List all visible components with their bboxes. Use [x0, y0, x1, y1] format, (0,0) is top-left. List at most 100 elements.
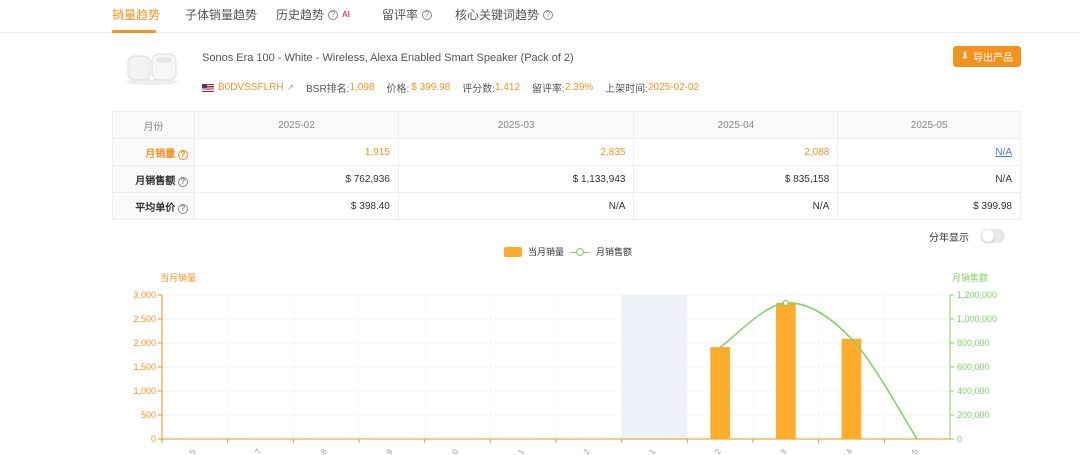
y-left-tick-label: 2,500: [133, 314, 156, 324]
y-right-tick-label: 400,000: [957, 386, 990, 396]
export-product-button[interactable]: ⬇ 导出产品: [953, 46, 1021, 67]
help-icon: ?: [178, 176, 188, 187]
tab-label: 留评率: [382, 8, 419, 22]
table-cell: 1,915: [194, 138, 399, 166]
y-right-tick-label: 0: [957, 434, 962, 444]
table-header-row: 月份 2025-02 2025-03 2025-04 2025-05: [112, 111, 1021, 139]
x-tick-label: 2: [582, 447, 592, 455]
help-icon: ?: [328, 9, 339, 20]
reviews-label: 评分数:: [462, 84, 495, 95]
row-label: 月销量 ?: [112, 138, 195, 166]
y-left-tick-label: 3,000: [133, 290, 156, 300]
tab-label: 核心关键词趋势: [455, 8, 540, 22]
x-tick-label: 3: [779, 447, 789, 455]
table-cell: $ 1,133,943: [397, 165, 635, 193]
legend-bar-swatch[interactable]: [504, 246, 522, 257]
row-label: 月销售额 ?: [112, 165, 195, 193]
y-right-tick-label: 600,000: [957, 362, 990, 372]
tab-sales-trend[interactable]: 销量趋势: [112, 6, 160, 23]
product-thumbnail: [126, 53, 178, 85]
year-display-toggle[interactable]: [981, 229, 1005, 243]
legend-item[interactable]: 月销售额: [596, 245, 632, 258]
download-icon: ⬇: [960, 51, 970, 62]
y-left-tick-label: 2,000: [133, 338, 156, 348]
table-cell: N/A: [837, 165, 1021, 193]
sales-chart: 当月销量 月销售额3,0002,5002,0001,5001,00050001,2…: [133, 272, 997, 455]
table-row: 平均单价 ? $ 398.40 N/A N/A $ 399.98: [112, 192, 1021, 220]
x-tick-label: 4: [844, 447, 854, 455]
y-left-tick-label: 1,500: [133, 362, 156, 372]
product-meta: B0DVSSFLRH ↗ BSR排名: 1,098 价格: $ 399.98 评…: [202, 80, 699, 95]
line-point: [782, 299, 789, 307]
column-header: 2025-03: [397, 111, 635, 139]
x-tick-label: 5: [910, 447, 920, 455]
column-header: 2025-02: [194, 111, 399, 139]
monthly-sales-table: 月份 2025-02 2025-03 2025-04 2025-05 月销量 ?…: [112, 111, 1021, 220]
export-label: 导出产品: [973, 53, 1014, 64]
tab-label: 历史趋势: [276, 8, 325, 22]
table-row: 月销售额 ? $ 762,936 $ 1,133,943 $ 835,158 N…: [112, 165, 1021, 193]
help-icon: ?: [543, 9, 554, 20]
x-tick-label: 1: [516, 447, 526, 455]
row-label: 平均单价 ?: [112, 192, 195, 220]
y-right-tick-label: 800,000: [957, 338, 990, 348]
tab-label: 子体销量趋势: [185, 8, 258, 22]
legend-line-swatch[interactable]: [570, 247, 591, 257]
y-right-tick-label: 200,000: [957, 410, 990, 420]
review-rate-label: 留评率:: [532, 84, 565, 95]
table-cell: 2,088: [633, 138, 839, 166]
y-right-tick-label: 1,000,000: [957, 314, 997, 324]
y-left-tick-label: 1,000: [133, 386, 156, 396]
x-tick-label: 1: [647, 447, 657, 455]
year-display-label: 分年显示: [929, 233, 969, 244]
column-header: 月份: [112, 111, 195, 139]
help-icon: ?: [422, 9, 433, 20]
bsr-value: 1,098: [349, 82, 375, 93]
table-cell: $ 835,158: [633, 165, 839, 193]
launch-label: 上架时间:: [605, 84, 648, 95]
y-left-tick-label: 0: [151, 434, 156, 444]
active-tab-indicator: [112, 30, 156, 33]
table-cell: $ 399.98: [837, 192, 1021, 220]
tab-bar: 销量趋势 子体销量趋势 历史趋势 ? AI 留评率 ? 核心关键词趋势 ?: [0, 0, 1080, 33]
table-cell: N/A: [397, 192, 635, 220]
table-cell: $ 762,936: [194, 165, 399, 193]
help-icon: ?: [178, 149, 188, 160]
bsr-label: BSR排名:: [306, 84, 350, 95]
tab-label: 销量趋势: [112, 8, 161, 22]
legend-item[interactable]: 当月销量: [528, 245, 564, 258]
y-right-tick-label: 1,200,000: [957, 290, 997, 300]
x-tick-label: 8: [319, 447, 329, 455]
tab-history-trend[interactable]: 历史趋势 ? AI: [276, 6, 350, 23]
tab-child-sales-trend[interactable]: 子体销量趋势: [185, 6, 257, 23]
table-cell: $ 398.40: [194, 192, 399, 220]
bar: [710, 347, 731, 439]
table-cell-link[interactable]: N/A: [837, 138, 1021, 166]
x-tick-label: 5: [188, 447, 198, 455]
column-header: 2025-04: [633, 111, 839, 139]
help-icon: ?: [178, 203, 188, 214]
column-header: 2025-05: [837, 111, 1021, 139]
tab-review-rate[interactable]: 留评率 ?: [382, 6, 433, 23]
table-cell: 2,835: [397, 138, 635, 166]
review-rate-value: 2.39%: [564, 82, 594, 93]
reviews-value: 1,412: [495, 82, 521, 93]
right-axis-title: 月销售额: [952, 272, 988, 283]
table-cell: N/A: [633, 192, 839, 220]
price-value: $ 399.98: [411, 82, 451, 93]
product-title[interactable]: Sonos Era 100 - White - Wireless, Alexa …: [202, 52, 574, 64]
bar: [841, 338, 862, 439]
x-tick-label: 0: [450, 447, 460, 455]
bar: [775, 302, 796, 439]
price-label: 价格:: [386, 84, 410, 95]
tab-core-keyword-trend[interactable]: 核心关键词趋势 ?: [455, 6, 554, 23]
x-tick-label: 2: [713, 447, 723, 455]
external-link-icon[interactable]: ↗: [287, 82, 295, 93]
us-flag-icon: [202, 83, 214, 92]
product-summary: Sonos Era 100 - White - Wireless, Alexa …: [112, 42, 1022, 104]
asin-link[interactable]: B0DVSSFLRH: [218, 82, 284, 93]
launch-value: 2025-02-02: [647, 82, 700, 93]
chart-legend: 当月销量 月销售额: [504, 245, 632, 258]
ai-badge: AI: [342, 10, 351, 19]
y-left-tick-label: 500: [141, 410, 156, 420]
